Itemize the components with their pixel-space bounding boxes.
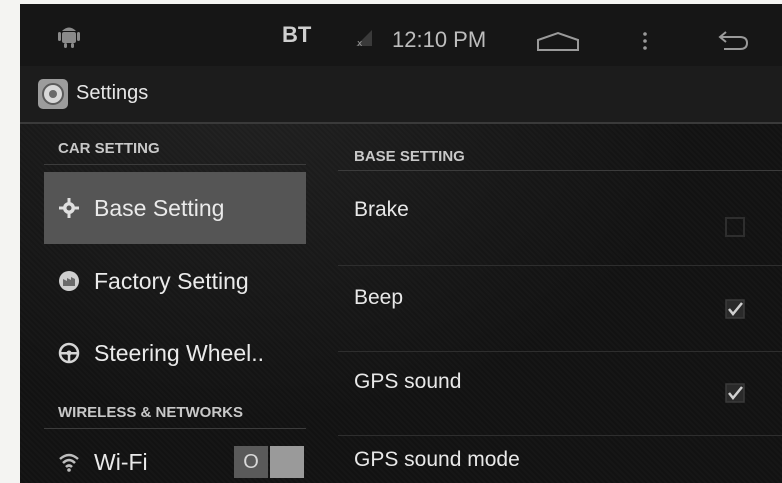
sidebar-item-wifi[interactable]: Wi-Fi O [44,438,306,483]
clock: 12:10 PM [392,27,487,52]
wifi-toggle[interactable]: O [234,446,304,478]
wifi-toggle-off-label: O [234,446,268,478]
pref-label: Beep [354,286,404,309]
pref-label: GPS sound mode [354,448,520,471]
sidebar-item-steering-wheel[interactable]: Steering Wheel.. [44,320,306,386]
sidebar-item-label: Factory Setting [94,267,249,294]
right-pane: BASE SETTING Brake Beep GPS sound GPS so… [330,124,782,483]
wifi-icon [59,453,79,472]
steering-wheel-icon [58,342,80,364]
gps-sound-checkbox[interactable] [724,382,746,404]
pref-row-beep[interactable]: Beep [338,266,782,352]
page-title: Settings [76,82,149,104]
section-divider [44,428,306,429]
android-icon [58,27,80,48]
svg-text:x: x [357,39,363,48]
sidebar-item-label: Base Setting [94,194,225,221]
home-icon[interactable] [536,30,580,52]
status-bar: BT x 12:10 PM [20,4,782,66]
section-divider [44,164,306,165]
photo-frame: BT x 12:10 PM Settings CAR SETTING Base … [0,0,782,483]
pref-row-gps-sound-mode[interactable]: GPS sound mode [338,436,782,483]
menu-icon[interactable] [640,30,650,52]
beep-checkbox[interactable] [724,298,746,320]
back-icon[interactable] [716,28,750,52]
action-bar: Settings [20,66,782,124]
signal-icon: x [356,30,372,48]
settings-app-icon [38,79,68,109]
pref-label: Brake [354,198,409,221]
sidebar-item-label: Wi-Fi [94,448,148,475]
sidebar-item-factory-setting[interactable]: Factory Setting [44,248,306,314]
pref-label: GPS sound [354,370,462,393]
left-pane: CAR SETTING Base Setting Factory Setting… [20,124,330,483]
section-header-car-setting: CAR SETTING [58,140,160,157]
pref-row-gps-sound[interactable]: GPS sound [338,352,782,436]
pref-row-brake[interactable]: Brake [338,174,782,266]
device-screen: BT x 12:10 PM Settings CAR SETTING Base … [20,4,782,483]
wifi-toggle-on-segment [270,446,304,478]
sidebar-item-base-setting[interactable]: Base Setting [44,172,306,244]
sidebar-item-label: Steering Wheel.. [94,339,265,366]
bluetooth-label: BT [282,22,312,47]
section-divider [338,170,782,171]
factory-icon [59,271,79,291]
section-header-base-setting: BASE SETTING [354,148,465,165]
section-header-wireless-networks: WIRELESS & NETWORKS [58,404,244,421]
brake-checkbox[interactable] [724,216,746,238]
gear-icon [59,198,79,218]
